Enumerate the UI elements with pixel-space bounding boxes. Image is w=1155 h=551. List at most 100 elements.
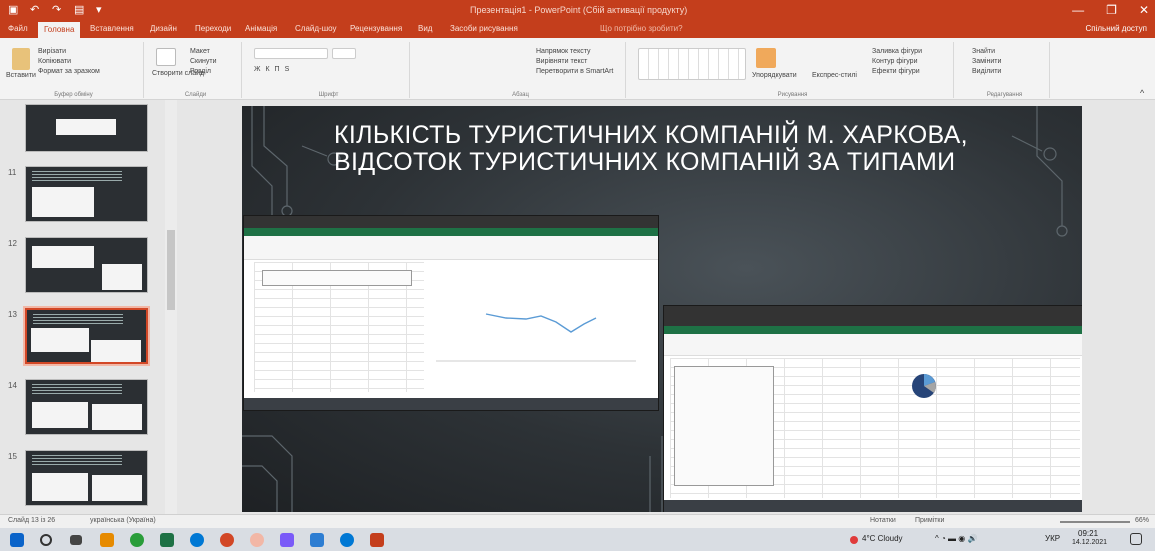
embedded-line-chart — [436, 313, 636, 362]
find-button[interactable]: Знайти — [972, 48, 995, 55]
group-slides: Створити слайд Макет Скинути Розділ Слай… — [150, 42, 242, 98]
thumbnail-image — [92, 475, 142, 501]
tab-review[interactable]: Рецензування — [350, 24, 402, 33]
task-view-icon[interactable] — [70, 535, 82, 545]
window-controls: — ❐ ✕ — [1072, 3, 1149, 17]
language-indicator[interactable]: УКР — [1045, 534, 1060, 543]
shapes-gallery[interactable] — [638, 48, 746, 80]
zoom-level[interactable]: 66% — [1135, 517, 1149, 524]
viber-icon[interactable] — [280, 533, 294, 547]
notes-button[interactable]: Нотатки — [870, 517, 896, 524]
tell-me-search[interactable]: Що потрібно зробити? — [600, 24, 683, 33]
customize-qat-icon[interactable]: ▾ — [96, 4, 108, 16]
group-label: Рисування — [777, 92, 808, 98]
save-icon[interactable]: ▣ — [8, 4, 20, 16]
data-table — [674, 366, 774, 486]
group-drawing: Упорядкувати Експрес-стилі Заливка фігур… — [632, 42, 954, 98]
paste-button[interactable]: Вставити — [6, 72, 36, 79]
slide[interactable]: КІЛЬКІСТЬ ТУРИСТИЧНИХ КОМПАНІЙ М. ХАРКОВ… — [242, 106, 1082, 512]
tab-file[interactable]: Файл — [8, 24, 28, 33]
embedded-screenshot-line-chart[interactable] — [244, 216, 658, 410]
undo-icon[interactable]: ↶ — [30, 4, 42, 16]
group-label: Шрифт — [318, 92, 339, 98]
weather-text[interactable]: 4°C Cloudy — [862, 534, 903, 543]
shape-effects-button[interactable]: Ефекти фігури — [872, 68, 920, 75]
maximize-button[interactable]: ❐ — [1106, 3, 1117, 17]
powerpoint-icon[interactable] — [370, 533, 384, 547]
zoom-slider[interactable] — [1060, 521, 1130, 523]
slide-thumbnail[interactable] — [25, 104, 148, 152]
arrange-button[interactable]: Упорядкувати — [752, 72, 797, 79]
shape-outline-button[interactable]: Контур фігури — [872, 58, 917, 65]
slide-thumbnail[interactable] — [25, 166, 148, 222]
select-button[interactable]: Виділити — [972, 68, 1001, 75]
group-editing: Знайти Замінити Виділити Редагування — [960, 42, 1050, 98]
paste-icon — [12, 48, 30, 70]
font-name-combo[interactable] — [254, 48, 328, 59]
quick-styles-button[interactable]: Експрес-стилі — [812, 72, 857, 79]
slide-thumbnail[interactable] — [25, 379, 148, 435]
start-from-beginning-icon[interactable]: ▤ — [74, 4, 86, 16]
replace-button[interactable]: Замінити — [972, 58, 1001, 65]
tab-view[interactable]: Вид — [418, 24, 432, 33]
reset-button[interactable]: Скинути — [190, 58, 217, 65]
tab-drawing-tools[interactable]: Засоби рисування — [450, 24, 518, 33]
slide-title[interactable]: КІЛЬКІСТЬ ТУРИСТИЧНИХ КОМПАНІЙ М. ХАРКОВ… — [334, 122, 994, 176]
word-icon[interactable] — [310, 533, 324, 547]
format-painter-button[interactable]: Формат за зразком — [38, 68, 100, 75]
thumbnail-image — [31, 328, 89, 352]
smartart-button[interactable]: Перетворити в SmartArt — [536, 68, 613, 75]
app-icon[interactable] — [100, 533, 114, 547]
excel-titlebar — [664, 326, 1082, 334]
excel-ribbon — [244, 236, 658, 260]
layout-button[interactable]: Макет — [190, 48, 210, 55]
comments-button[interactable]: Примітки — [915, 517, 944, 524]
redo-icon[interactable]: ↷ — [52, 4, 64, 16]
excel-icon[interactable] — [160, 533, 174, 547]
align-text-button[interactable]: Вирівняти текст — [536, 58, 587, 65]
section-button[interactable]: Розділ — [190, 68, 211, 75]
app-icon[interactable] — [250, 533, 264, 547]
app-icon[interactable] — [340, 533, 354, 547]
status-bar: Слайд 13 із 26 українська (Україна) Нота… — [0, 514, 1155, 528]
tab-insert[interactable]: Вставлення — [90, 24, 134, 33]
embedded-pie-chart — [912, 374, 936, 398]
tab-animations[interactable]: Анімація — [245, 24, 277, 33]
search-icon[interactable] — [40, 534, 52, 546]
clock-date[interactable]: 14.12.2021 — [1072, 539, 1107, 546]
thumbnail-number: 13 — [8, 310, 17, 319]
tab-design[interactable]: Дизайн — [150, 24, 177, 33]
start-icon[interactable] — [10, 533, 24, 547]
opera-icon[interactable] — [220, 533, 234, 547]
thumbnail-number: 15 — [8, 452, 17, 461]
tab-home[interactable]: Головна — [38, 22, 81, 38]
clock-time[interactable]: 09:21 — [1078, 529, 1098, 538]
arrange-icon — [756, 48, 776, 68]
thumbnails-scrollbar[interactable] — [165, 100, 177, 514]
font-format-buttons[interactable]: ЖКПS — [254, 66, 294, 73]
shape-fill-button[interactable]: Заливка фігури — [872, 48, 922, 55]
slide-thumbnail[interactable] — [25, 450, 148, 506]
text-direction-button[interactable]: Напрямок тексту — [536, 48, 591, 55]
slide-thumbnail-selected[interactable] — [23, 306, 150, 366]
notifications-icon[interactable] — [1130, 533, 1142, 545]
tab-transitions[interactable]: Переходи — [195, 24, 231, 33]
minimize-button[interactable]: — — [1072, 3, 1084, 17]
embedded-chart — [426, 266, 646, 376]
collapse-ribbon-icon[interactable]: ^ — [1140, 88, 1144, 98]
embedded-screenshot-pie-chart[interactable] — [664, 306, 1082, 512]
copy-button[interactable]: Копіювати — [38, 58, 71, 65]
window-title: Презентація1 - PowerPoint (Сбій активаці… — [470, 5, 688, 15]
font-size-combo[interactable] — [332, 48, 356, 59]
scrollbar-thumb[interactable] — [167, 230, 175, 310]
language-indicator[interactable]: українська (Україна) — [90, 517, 156, 524]
slide-thumbnail[interactable] — [25, 237, 148, 293]
tab-slideshow[interactable]: Слайд-шоу — [295, 24, 336, 33]
share-button[interactable]: Спільний доступ — [1085, 24, 1147, 33]
tray-icons[interactable]: ^ ◔ ▬ ◉ 🔊 — [935, 534, 977, 543]
edge-icon[interactable] — [190, 533, 204, 547]
slide-canvas-area: КІЛЬКІСТЬ ТУРИСТИЧНИХ КОМПАНІЙ М. ХАРКОВ… — [178, 100, 1155, 514]
cut-button[interactable]: Вирізати — [38, 48, 66, 55]
chrome-icon[interactable] — [130, 533, 144, 547]
close-button[interactable]: ✕ — [1139, 3, 1149, 17]
